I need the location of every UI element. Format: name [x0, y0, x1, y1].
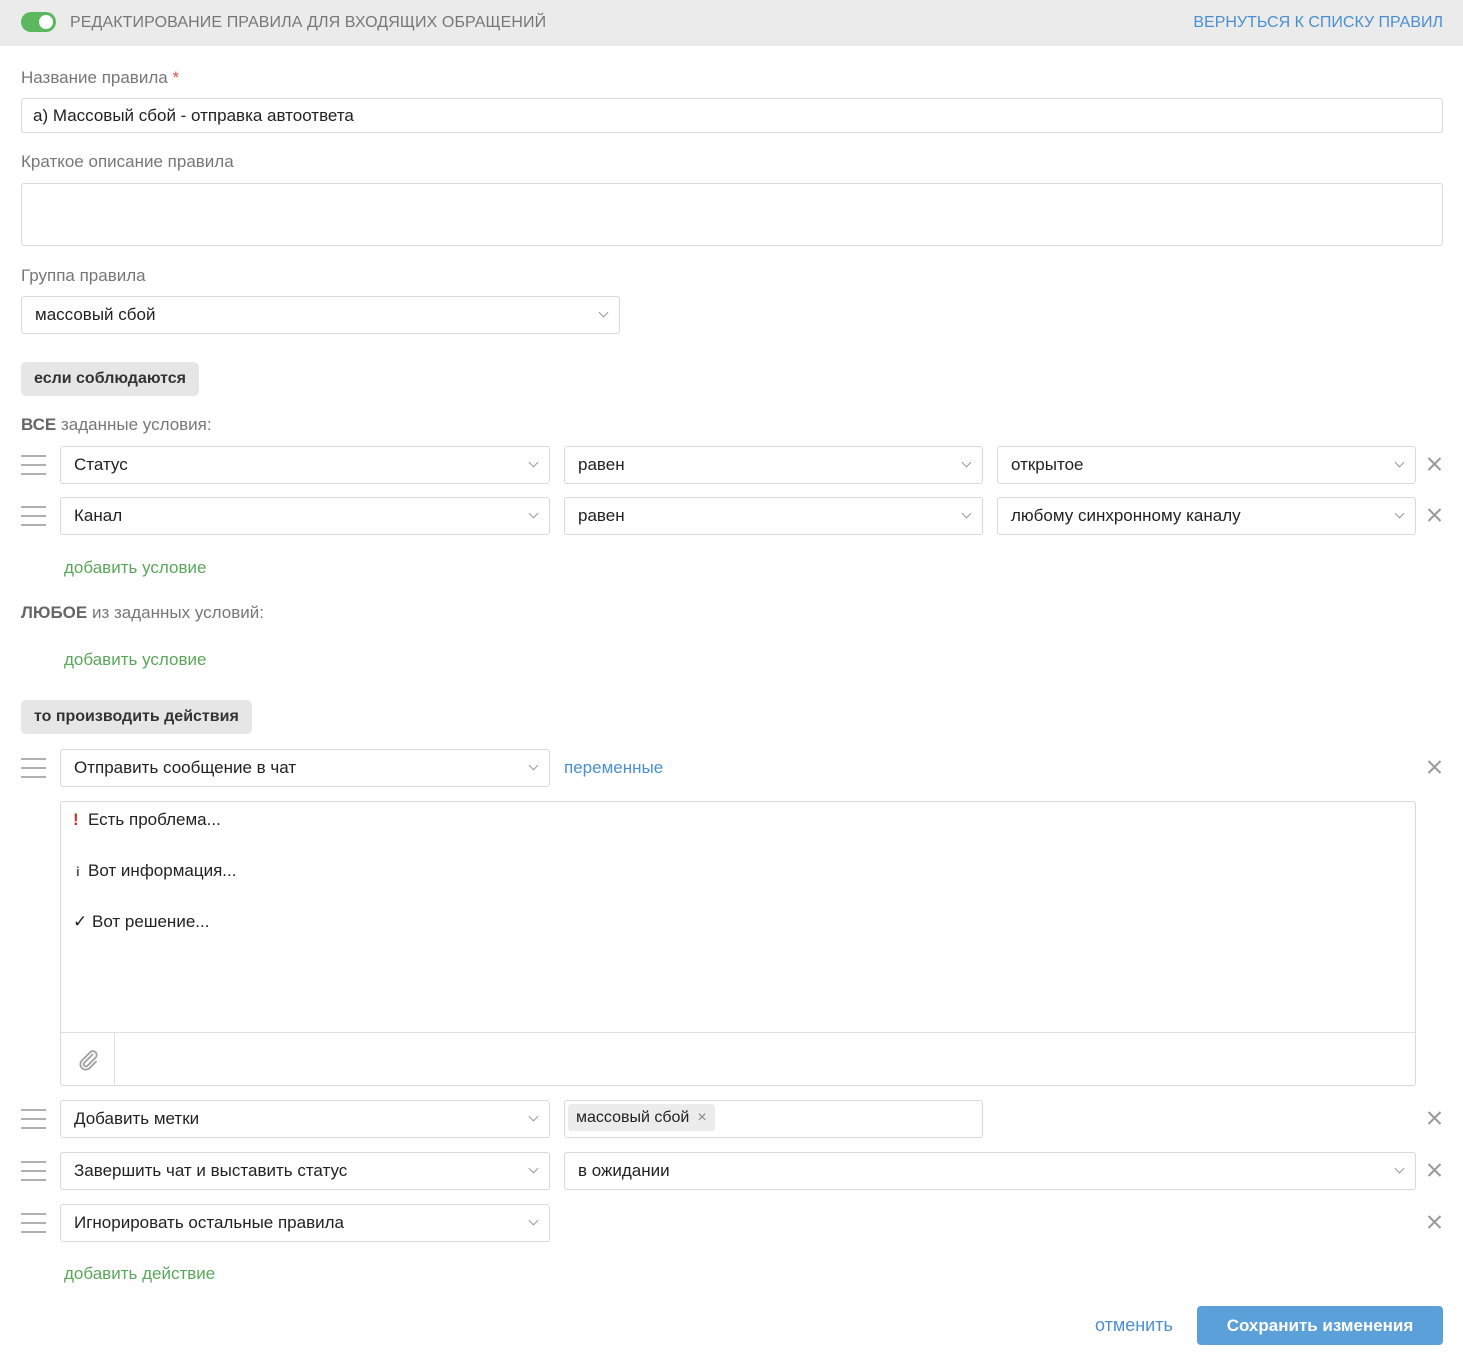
remove-action-icon[interactable] — [1424, 1212, 1444, 1232]
message-line: i Вот информация... — [73, 861, 236, 912]
remove-action-icon[interactable] — [1424, 757, 1444, 777]
chevron-down-icon — [1394, 508, 1405, 519]
action-type-value: Игнорировать остальные правила — [74, 1213, 344, 1232]
any-conditions-prefix: ЛЮБОЕ — [21, 603, 88, 622]
condition-field-select[interactable]: Канал — [60, 497, 550, 535]
drag-handle-icon[interactable] — [21, 455, 46, 475]
remove-condition-icon[interactable] — [1424, 454, 1444, 474]
chevron-down-icon — [528, 1111, 539, 1122]
exclamation-icon: ! — [73, 810, 79, 829]
chevron-down-icon — [598, 307, 609, 318]
condition-value-select[interactable]: любому синхронному каналу — [997, 497, 1416, 535]
editor-toolbar — [61, 1032, 1415, 1086]
rule-group-select[interactable]: массовый сбой — [21, 296, 620, 334]
cancel-link[interactable]: отменить — [1095, 1315, 1173, 1336]
rule-name-input[interactable]: а) Массовый сбой - отправка автоответа — [21, 98, 1443, 133]
rule-name-label-text: Название правила — [21, 68, 168, 87]
drag-handle-icon[interactable] — [21, 1109, 46, 1129]
save-button[interactable]: Сохранить изменения — [1197, 1306, 1443, 1345]
back-to-rules-link[interactable]: ВЕРНУТЬСЯ К СПИСКУ ПРАВИЛ — [1193, 14, 1443, 32]
message-editor[interactable]: ! Есть проблема... i Вот информация... ✓ Во… — [60, 801, 1416, 1086]
message-line-text: Вот информация... — [88, 861, 237, 880]
chevron-down-icon — [1394, 1163, 1405, 1174]
add-condition-any-link[interactable]: добавить условие — [64, 650, 206, 670]
rule-enabled-toggle[interactable] — [21, 12, 56, 32]
condition-operator-select[interactable]: равен — [564, 497, 983, 535]
chevron-down-icon — [528, 457, 539, 468]
attach-file-button[interactable] — [61, 1033, 115, 1086]
remove-condition-icon[interactable] — [1424, 505, 1444, 525]
remove-action-icon[interactable] — [1424, 1108, 1444, 1128]
message-line-text: Есть проблема... — [88, 810, 221, 829]
conditions-section-label: если соблюдаются — [21, 362, 199, 396]
rule-description-label: Краткое описание правила — [21, 152, 234, 171]
variables-link[interactable]: переменные — [564, 758, 663, 778]
rule-group-value: массовый сбой — [35, 305, 156, 324]
drag-handle-icon[interactable] — [21, 1161, 46, 1181]
all-conditions-label: ВСЕ заданные условия: — [21, 415, 212, 435]
condition-operator-value: равен — [578, 506, 625, 525]
action-type-select[interactable]: Завершить чат и выставить статус — [60, 1152, 550, 1190]
drag-handle-icon[interactable] — [21, 506, 46, 526]
message-text[interactable]: ! Есть проблема... i Вот информация... ✓ Во… — [73, 810, 236, 963]
chevron-down-icon — [528, 1215, 539, 1226]
condition-operator-value: равен — [578, 455, 625, 474]
chevron-down-icon — [528, 760, 539, 771]
all-conditions-suffix: заданные условия: — [56, 415, 212, 434]
action-type-select[interactable]: Игнорировать остальные правила — [60, 1204, 550, 1242]
message-line-text: Вот решение... — [92, 912, 210, 931]
rule-group-label: Группа правила — [21, 266, 146, 285]
chevron-down-icon — [961, 457, 972, 468]
page-title: РЕДАКТИРОВАНИЕ ПРАВИЛА ДЛЯ ВХОДЯЩИХ ОБРА… — [70, 14, 547, 31]
message-line: ! Есть проблема... — [73, 810, 236, 861]
toggle-knob — [39, 15, 53, 29]
chevron-down-icon — [528, 508, 539, 519]
tag-label: массовый сбой — [576, 1108, 690, 1126]
all-conditions-prefix: ВСЕ — [21, 415, 57, 434]
action-type-value: Завершить чат и выставить статус — [74, 1161, 348, 1180]
action-type-value: Добавить метки — [74, 1109, 200, 1128]
action-type-select[interactable]: Отправить сообщение в чат — [60, 749, 550, 787]
drag-handle-icon[interactable] — [21, 758, 46, 778]
remove-tag-icon[interactable]: × — [697, 1109, 706, 1127]
condition-field-select[interactable]: Статус — [60, 446, 550, 484]
rule-description-textarea[interactable] — [21, 183, 1443, 246]
drag-handle-icon[interactable] — [21, 1213, 46, 1233]
info-icon: i — [76, 864, 80, 879]
actions-section-label: то производить действия — [21, 700, 252, 734]
checkmark-icon: ✓ — [73, 912, 88, 931]
condition-field-value: Статус — [74, 455, 128, 474]
any-conditions-suffix: из заданных условий: — [87, 603, 264, 622]
chevron-down-icon — [961, 508, 972, 519]
status-value: в ожидании — [578, 1161, 670, 1180]
condition-field-value: Канал — [74, 506, 123, 525]
action-type-select[interactable]: Добавить метки — [60, 1100, 550, 1138]
add-condition-all-link[interactable]: добавить условие — [64, 558, 206, 578]
chevron-down-icon — [1394, 457, 1405, 468]
message-line: ✓ Вот решение... — [73, 912, 236, 963]
status-select[interactable]: в ожидании — [564, 1152, 1416, 1190]
add-action-link[interactable]: добавить действие — [64, 1264, 215, 1284]
condition-value: любому синхронному каналу — [1011, 506, 1241, 525]
paperclip-icon — [78, 1049, 98, 1071]
rule-name-label: Название правила * — [21, 68, 179, 88]
condition-value: открытое — [1011, 455, 1084, 474]
remove-action-icon[interactable] — [1424, 1160, 1444, 1180]
condition-operator-select[interactable]: равен — [564, 446, 983, 484]
any-conditions-label: ЛЮБОЕ из заданных условий: — [21, 603, 264, 623]
chevron-down-icon — [528, 1163, 539, 1174]
required-mark: * — [172, 68, 180, 87]
page-header: РЕДАКТИРОВАНИЕ ПРАВИЛА ДЛЯ ВХОДЯЩИХ ОБРА… — [0, 0, 1463, 46]
tag-chip: массовый сбой × — [568, 1104, 715, 1131]
condition-value-select[interactable]: открытое — [997, 446, 1416, 484]
action-type-value: Отправить сообщение в чат — [74, 758, 297, 777]
